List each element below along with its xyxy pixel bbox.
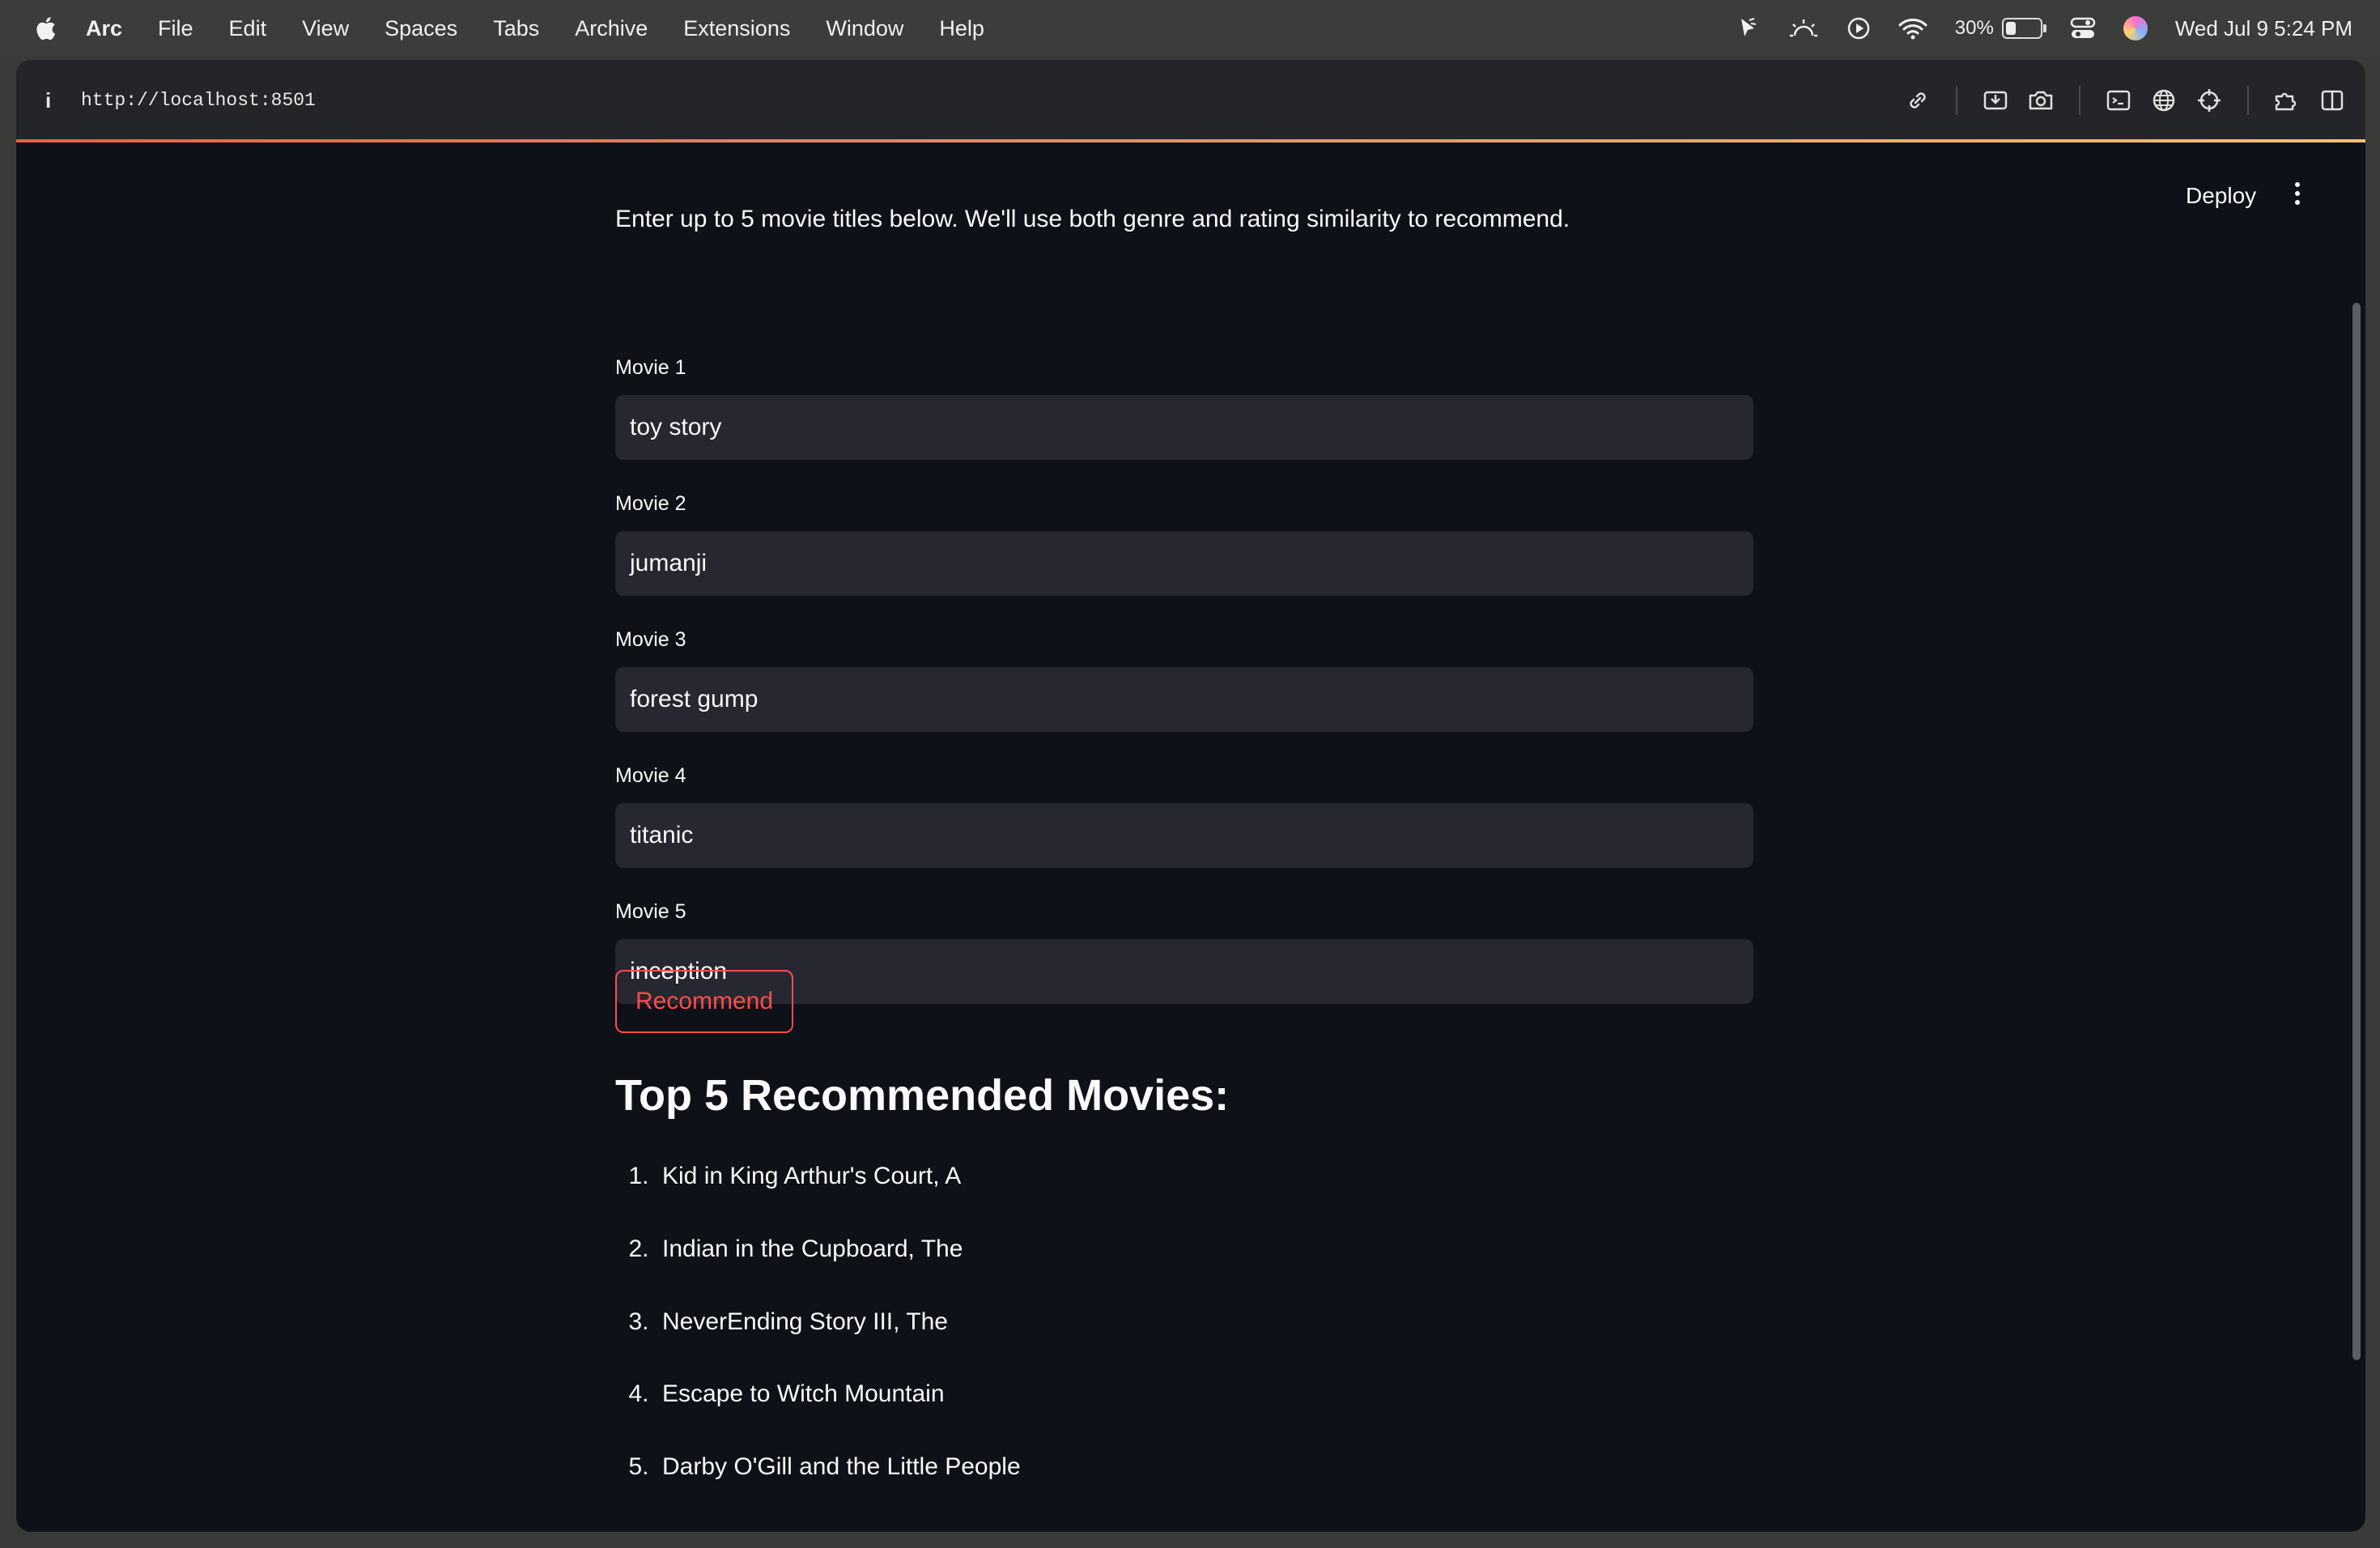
movie-title: Escape to Witch Mountain [662, 1380, 945, 1407]
site-info-icon[interactable]: i [45, 88, 62, 113]
menu-archive[interactable]: Archive [575, 16, 648, 41]
menubar-clock[interactable]: Wed Jul 9 5:24 PM [2175, 16, 2352, 41]
movie-title: Indian in the Cupboard, The [662, 1235, 963, 1262]
streamlit-app: Deploy Enter up to 5 movie titles below.… [16, 142, 2365, 1532]
menu-tabs[interactable]: Tabs [493, 16, 539, 41]
toolbar-divider [2079, 86, 2080, 115]
intro-text: Enter up to 5 movie titles below. We'll … [615, 206, 1570, 232]
list-item: 2. Indian in the Cupboard, The [615, 1235, 963, 1263]
battery-icon[interactable] [2001, 18, 2046, 39]
menu-view[interactable]: View [302, 16, 349, 41]
menu-edit[interactable]: Edit [229, 16, 267, 41]
menu-spaces[interactable]: Spaces [385, 16, 457, 41]
list-number: 2. [628, 1235, 649, 1262]
main-menu-icon[interactable] [2293, 180, 2302, 209]
battery-percent: 30% [1954, 17, 1994, 39]
movie-4-input[interactable]: titanic [615, 803, 1753, 868]
pointer-tool-icon[interactable] [1735, 15, 1761, 41]
list-item: 1. Kid in King Arthur's Court, A [615, 1163, 961, 1190]
list-item: 5. Darby O'Gill and the Little People [615, 1453, 1021, 1481]
menu-file[interactable]: File [158, 16, 193, 41]
copy-link-icon[interactable] [1904, 87, 1932, 114]
movie-5-label: Movie 5 [615, 900, 686, 923]
recommend-button[interactable]: Recommend [615, 970, 793, 1033]
menu-extensions[interactable]: Extensions [683, 16, 790, 41]
capture-icon[interactable] [1982, 87, 2009, 114]
toolbar-divider [2247, 86, 2249, 115]
toolbar-divider [1956, 86, 1957, 115]
globe-icon[interactable] [2150, 87, 2178, 114]
crosshair-icon[interactable] [2195, 87, 2223, 114]
list-item: 4. Escape to Witch Mountain [615, 1380, 945, 1408]
menu-window[interactable]: Window [826, 16, 903, 41]
movie-2-label: Movie 2 [615, 492, 686, 515]
split-view-icon[interactable] [2318, 87, 2346, 114]
movie-title: Kid in King Arthur's Court, A [662, 1163, 962, 1189]
browser-toolbar: i http://localhost:8501 [16, 60, 2365, 141]
url-bar[interactable]: http://localhost:8501 [81, 90, 316, 111]
list-number: 3. [628, 1308, 649, 1335]
movie-4-label: Movie 4 [615, 764, 686, 787]
movie-title: Darby O'Gill and the Little People [662, 1453, 1021, 1480]
list-number: 5. [628, 1453, 649, 1480]
list-item: 3. NeverEnding Story III, The [615, 1308, 948, 1336]
wifi-icon[interactable] [1898, 17, 1927, 40]
list-number: 1. [628, 1163, 649, 1189]
movie-1-label: Movie 1 [615, 356, 686, 379]
movie-title: NeverEnding Story III, The [662, 1308, 948, 1335]
menu-help[interactable]: Help [939, 16, 984, 41]
menu-bar: Arc File Edit View Spaces Tabs Archive E… [0, 0, 2380, 57]
movie-2-input[interactable]: jumanji [615, 531, 1753, 596]
movie-3-input[interactable]: forest gump [615, 667, 1753, 732]
apple-icon[interactable] [31, 12, 58, 45]
deploy-button[interactable]: Deploy [2186, 183, 2256, 209]
menu-app-name[interactable]: Arc [86, 16, 122, 41]
movie-3-label: Movie 3 [615, 628, 686, 651]
results-heading: Top 5 Recommended Movies: [615, 1071, 1230, 1120]
list-number: 4. [628, 1380, 649, 1407]
now-playing-icon[interactable] [1847, 16, 1871, 40]
brightness-icon[interactable] [1788, 16, 1819, 40]
control-center-icon[interactable] [2070, 17, 2096, 40]
movie-1-input[interactable]: toy story [615, 395, 1753, 460]
screenshot-camera-icon[interactable] [2027, 87, 2055, 114]
siri-icon[interactable] [2123, 16, 2148, 40]
extensions-icon[interactable] [2273, 87, 2301, 114]
console-icon[interactable] [2105, 87, 2132, 114]
scrollbar[interactable] [2352, 303, 2361, 1360]
browser-window: i http://localhost:8501 Deploy Enter up … [16, 60, 2365, 1532]
